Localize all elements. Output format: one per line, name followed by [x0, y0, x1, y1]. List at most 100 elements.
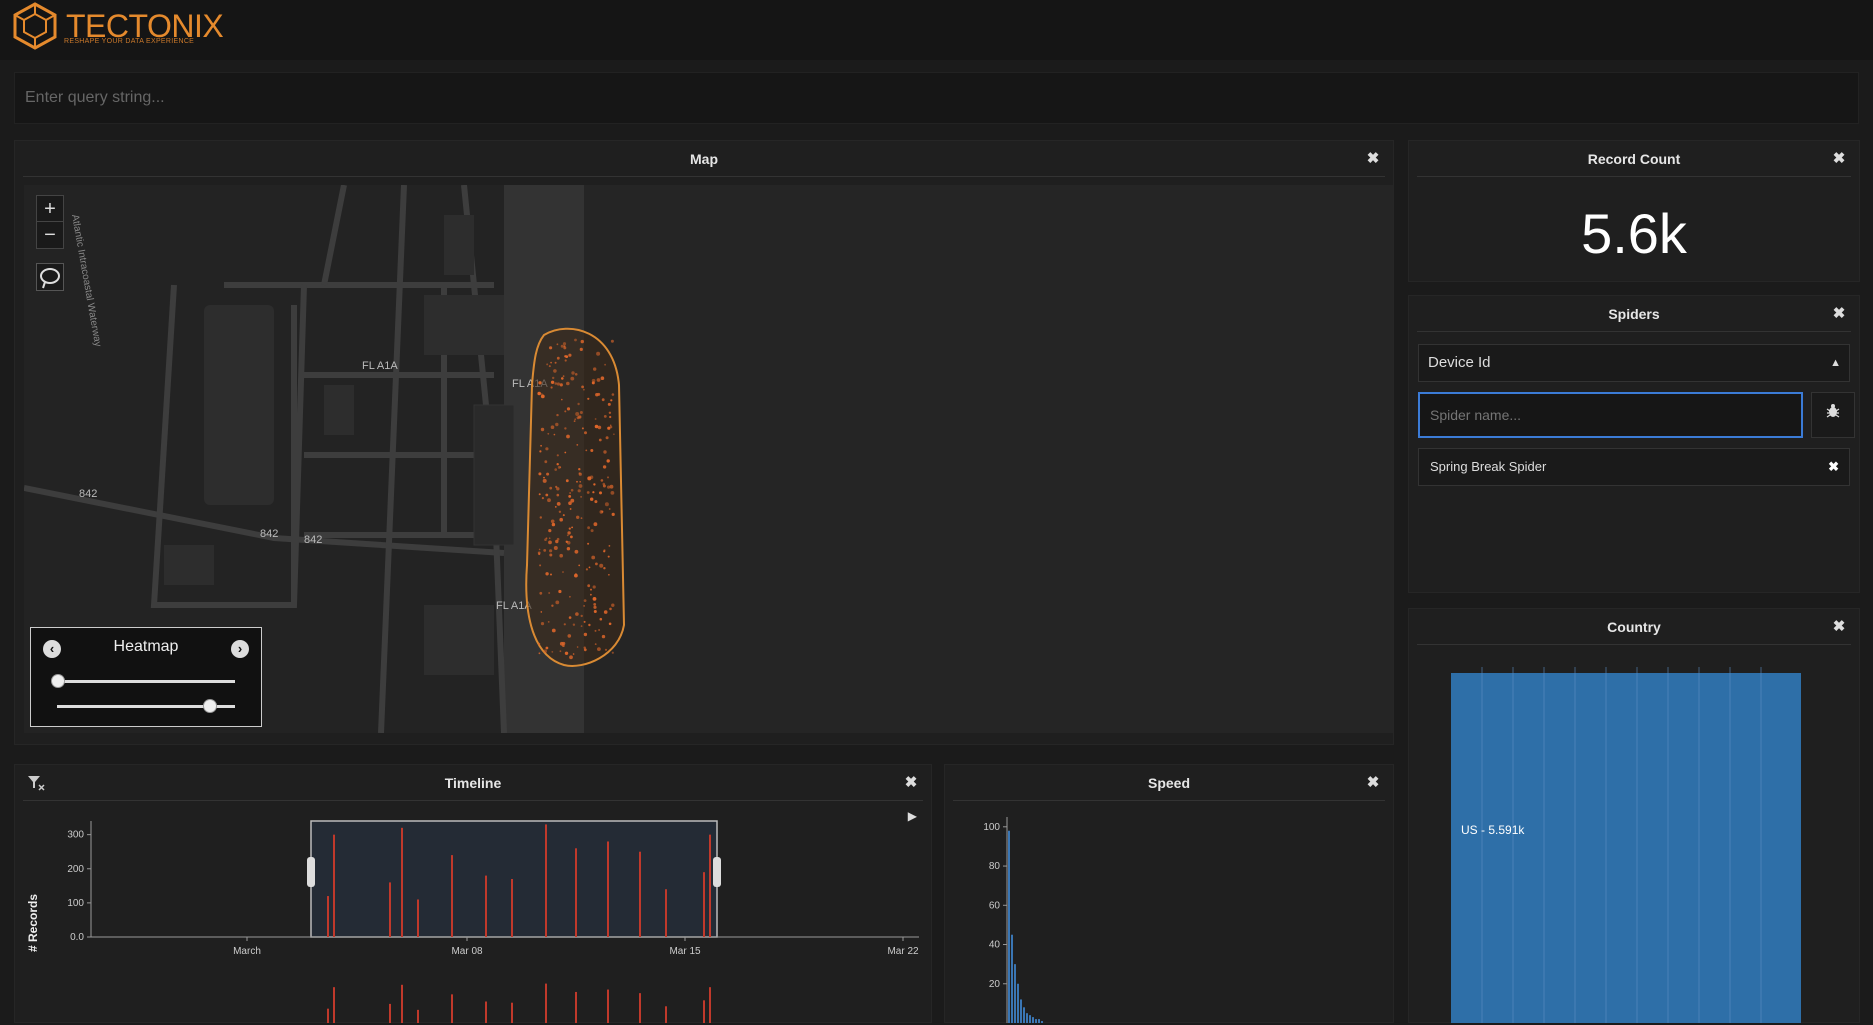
heatmap-point — [539, 591, 543, 595]
timeline-bar — [545, 824, 547, 937]
heatmap-point — [538, 472, 542, 476]
heatmap-point — [564, 451, 567, 454]
heatmap-point — [564, 427, 567, 430]
heatmap-point — [603, 450, 607, 454]
heatmap-point — [562, 641, 566, 646]
zoom-control: + − — [36, 195, 64, 249]
bug-icon[interactable] — [1811, 392, 1855, 438]
heatmap-point — [597, 647, 601, 651]
heatmap-point — [543, 549, 547, 552]
road-label-842: 842 — [79, 488, 97, 500]
heatmap-point — [544, 460, 548, 464]
heatmap-point — [580, 614, 583, 618]
heatmap-point — [578, 472, 581, 475]
timeline-overview-bar — [451, 994, 453, 1023]
close-icon[interactable]: ✖ — [1831, 619, 1847, 635]
close-icon[interactable]: ✖ — [1831, 151, 1847, 167]
heatmap-point — [566, 541, 571, 545]
heatmap-point — [566, 534, 569, 537]
device-id-select[interactable]: Device Id ▲▼ — [1418, 344, 1850, 405]
timeline-overview-bar — [511, 1002, 513, 1023]
heatmap-point — [602, 482, 606, 486]
heatmap-point — [588, 566, 591, 569]
heatmap-point — [570, 535, 573, 539]
heatmap-point — [539, 516, 542, 519]
heatmap-point — [556, 413, 559, 417]
heatmap-point — [556, 343, 559, 346]
timeline-ytick-label: 0.0 — [70, 932, 84, 943]
heatmap-point — [556, 463, 559, 466]
brush-handle-left[interactable] — [307, 857, 315, 887]
close-icon[interactable]: ✖ — [1831, 306, 1847, 322]
speed-bar — [1008, 830, 1010, 1023]
heatmap-point — [574, 338, 577, 342]
heatmap-point — [566, 407, 571, 411]
heatmap-point — [609, 607, 612, 611]
heatmap-point — [610, 399, 613, 402]
heatmap-point — [587, 397, 590, 400]
layer-control: ‹ Heatmap › — [30, 627, 262, 727]
map-panel-header: Map ✖ — [23, 141, 1385, 177]
heatmap-point — [610, 491, 615, 495]
lasso-select-icon[interactable] — [36, 263, 64, 291]
brand-tagline: RESHAPE YOUR DATA EXPERIENCE — [64, 38, 195, 45]
top-bar: TECTONIX RESHAPE YOUR DATA EXPERIENCE — [0, 0, 1873, 60]
timeline-brush[interactable] — [310, 820, 718, 938]
heatmap-point — [558, 589, 562, 594]
spider-list-item[interactable]: Spring Break Spider ✖ — [1418, 448, 1850, 486]
heatmap-point — [569, 655, 573, 660]
heatmap-point — [545, 572, 549, 576]
heatmap-point — [611, 512, 615, 516]
timeline-xtick-label: March — [233, 946, 261, 957]
heatmap-point — [540, 427, 545, 432]
heatmap-point — [574, 418, 577, 421]
slider-thumb-1[interactable] — [51, 674, 65, 688]
filter-clear-icon[interactable] — [27, 775, 45, 791]
heatmap-point — [577, 402, 580, 406]
heatmap-point — [539, 564, 542, 567]
country-bar-us[interactable] — [1451, 673, 1801, 1023]
spider-name-input[interactable] — [1418, 392, 1803, 438]
heatmap-point — [572, 623, 576, 626]
heatmap-point — [603, 549, 606, 552]
close-icon[interactable]: ✖ — [1365, 151, 1381, 167]
heatmap-point — [541, 497, 545, 500]
speed-header: Speed ✖ — [953, 765, 1385, 801]
chevron-right-icon[interactable]: › — [231, 640, 249, 658]
timeline-overview-bar — [401, 984, 403, 1023]
timeline-panel: Timeline ✖ ▶ # Records 0.0 100 200 300 March… — [14, 764, 932, 1023]
timeline-ylabel: # Records — [26, 894, 40, 952]
heatmap-point — [583, 388, 585, 391]
timeline-xtick-label: Mar 15 — [669, 946, 701, 957]
spiders-title: Spiders — [1608, 305, 1660, 322]
heatmap-point — [608, 574, 610, 576]
spider-item-label: Spring Break Spider — [1430, 459, 1547, 474]
heatmap-point — [547, 621, 550, 623]
heatmap-point — [606, 459, 610, 463]
zoom-out-button[interactable]: − — [37, 222, 63, 248]
zoom-in-button[interactable]: + — [37, 196, 63, 222]
heatmap-point — [588, 623, 591, 627]
close-icon[interactable]: ✖ — [903, 775, 919, 791]
heatmap-point — [575, 412, 580, 416]
timeline-chart[interactable]: # Records 0.0 100 200 300 March Mar 08 Mar 15 M… — [15, 805, 933, 1025]
heatmap-point — [562, 375, 565, 377]
heatmap-point — [607, 485, 611, 489]
timeline-bar — [639, 851, 641, 937]
slider-thumb-2[interactable] — [203, 699, 217, 713]
heatmap-point — [586, 491, 590, 494]
heatmap-point — [576, 515, 580, 519]
speed-ytick-label: 20 — [989, 979, 1001, 990]
heatmap-point — [556, 454, 559, 457]
map-canvas[interactable]: 842 842 842 FL A1A FL A1A FL A1A Atlanti… — [24, 185, 1393, 733]
record-count-header: Record Count ✖ — [1417, 141, 1851, 177]
speed-chart[interactable]: 20 40 60 80 100 — [945, 805, 1395, 1025]
speed-bar — [1029, 1015, 1031, 1023]
close-icon[interactable]: ✖ — [1365, 775, 1381, 791]
timeline-overview-bar — [327, 1008, 329, 1023]
query-input[interactable] — [14, 72, 1859, 124]
remove-icon[interactable]: ✖ — [1828, 449, 1839, 485]
heatmap-point — [593, 605, 597, 609]
brush-handle-right[interactable] — [713, 857, 721, 887]
speed-bar — [1011, 934, 1013, 1023]
